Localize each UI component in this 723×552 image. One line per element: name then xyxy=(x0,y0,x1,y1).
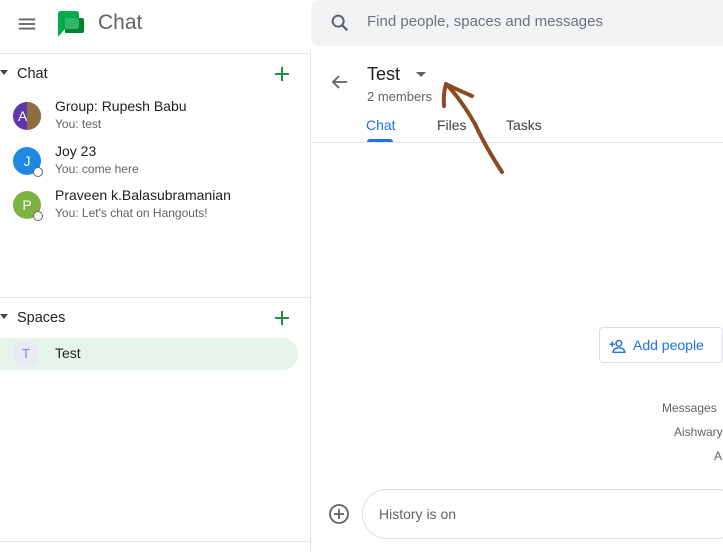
message-input[interactable] xyxy=(379,506,679,522)
presence-indicator xyxy=(33,167,43,177)
tab-files[interactable]: Files xyxy=(437,117,467,133)
app-title: Chat xyxy=(98,11,143,34)
space-item-test[interactable]: T Test xyxy=(0,338,298,370)
new-chat-plus-icon[interactable] xyxy=(272,64,292,84)
avatar: P xyxy=(13,191,43,221)
add-person-icon xyxy=(609,339,626,354)
chat-item-joy[interactable]: J Joy 23 You: come here xyxy=(0,143,300,187)
divider xyxy=(310,50,311,552)
top-bar: Chat xyxy=(0,0,723,50)
member-count[interactable]: 2 members xyxy=(367,89,432,104)
chat-item-preview: You: come here xyxy=(55,162,139,176)
chat-section-label: Chat xyxy=(17,66,48,82)
divider xyxy=(0,541,310,542)
system-message-text: Messages xyxy=(662,401,717,415)
chat-section-header[interactable]: Chat xyxy=(0,60,310,90)
tab-chat[interactable]: Chat xyxy=(366,117,396,133)
spaces-section-label: Spaces xyxy=(17,310,66,326)
divider xyxy=(0,53,310,54)
search-bar[interactable] xyxy=(311,0,723,46)
avatar: A xyxy=(13,102,41,130)
chat-logo-icon xyxy=(58,11,84,37)
chat-item-preview: You: Let's chat on Hangouts! xyxy=(55,206,208,220)
chat-item-name: Group: Rupesh Babu xyxy=(55,98,187,114)
space-avatar: T xyxy=(14,342,38,366)
chat-item-name: Praveen k.Balasubramanian xyxy=(55,187,231,203)
presence-indicator xyxy=(33,211,43,221)
divider xyxy=(0,297,310,298)
chat-item-group-rupesh[interactable]: A Group: Rupesh Babu You: test xyxy=(0,98,300,142)
back-arrow-icon[interactable] xyxy=(330,72,350,92)
search-input[interactable] xyxy=(367,13,697,30)
system-message-text: A xyxy=(714,449,723,463)
spaces-section-header[interactable]: Spaces xyxy=(0,304,310,334)
chat-item-praveen[interactable]: P Praveen k.Balasubramanian You: Let's c… xyxy=(0,187,300,231)
menu-icon[interactable] xyxy=(16,13,38,35)
avatar: J xyxy=(13,147,43,177)
collapse-caret-icon[interactable] xyxy=(0,70,8,75)
message-composer[interactable] xyxy=(362,489,723,539)
tab-tasks[interactable]: Tasks xyxy=(506,117,542,133)
collapse-caret-icon[interactable] xyxy=(0,314,8,319)
divider xyxy=(311,142,723,143)
chat-item-name: Joy 23 xyxy=(55,143,97,159)
add-people-label: Add people xyxy=(633,337,704,353)
search-icon[interactable] xyxy=(329,12,351,34)
system-message-text: Aishwary xyxy=(674,425,723,439)
chat-item-preview: You: test xyxy=(55,117,102,131)
add-people-button[interactable]: Add people xyxy=(599,327,723,363)
room-menu-dropdown-icon[interactable] xyxy=(416,72,426,77)
new-space-plus-icon[interactable] xyxy=(272,308,292,328)
room-title[interactable]: Test xyxy=(367,64,400,85)
add-content-plus-icon[interactable] xyxy=(328,503,350,525)
space-item-name: Test xyxy=(55,345,81,361)
